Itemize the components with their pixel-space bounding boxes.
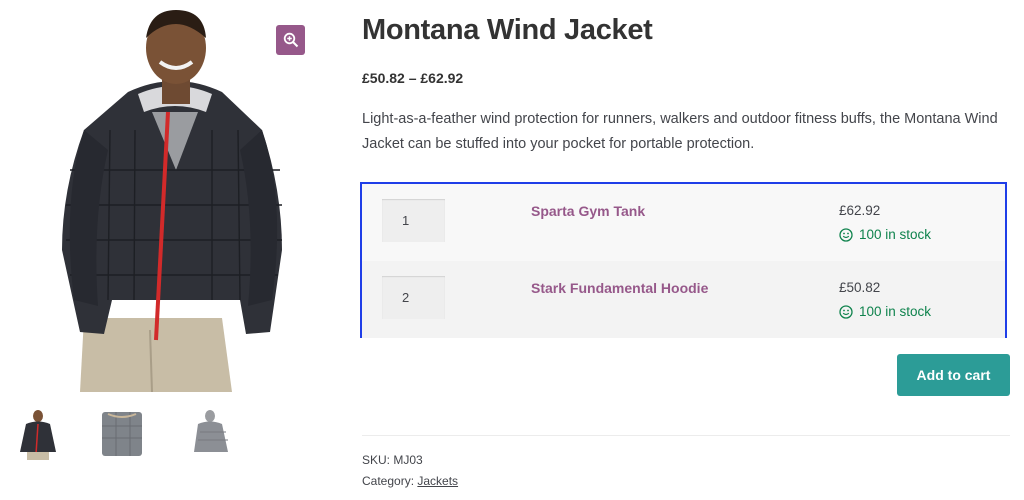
grouped-product-row: Stark Fundamental Hoodie £50.82 100 in s… xyxy=(362,261,1005,338)
category-label: Category: xyxy=(362,474,415,488)
product-category: Category: Jackets xyxy=(362,474,458,488)
quantity-input[interactable] xyxy=(382,199,445,242)
stock-status: 100 in stock xyxy=(839,304,931,319)
product-description: Light-as-a-feather wind protection for r… xyxy=(362,111,998,152)
smiley-icon xyxy=(839,227,853,242)
grouped-products-table: Sparta Gym Tank £62.92 100 in stock Star… xyxy=(360,182,1007,338)
product-link[interactable]: Sparta Gym Tank xyxy=(531,203,645,219)
price-range: £50.82 – £62.92 xyxy=(362,70,464,86)
product-link[interactable]: Stark Fundamental Hoodie xyxy=(531,280,708,296)
stock-label: 100 in stock xyxy=(859,304,932,319)
quantity-input[interactable] xyxy=(382,276,445,319)
product-price: £62.92 xyxy=(839,203,881,218)
grouped-product-row: Sparta Gym Tank £62.92 100 in stock xyxy=(362,184,1005,261)
product-main-image[interactable] xyxy=(0,0,330,392)
stock-status: 100 in stock xyxy=(839,227,931,242)
product-title: Montana Wind Jacket xyxy=(362,14,653,46)
jacket-front-thumbnail[interactable] xyxy=(14,408,62,460)
smiley-icon xyxy=(839,304,853,319)
jacket-side-thumbnail[interactable] xyxy=(188,408,236,460)
divider xyxy=(362,435,1010,436)
jacket-back-thumbnail[interactable] xyxy=(98,408,146,460)
sku-label: SKU: xyxy=(362,453,391,467)
sku-value: MJ03 xyxy=(393,453,423,467)
product-price: £50.82 xyxy=(839,280,881,295)
category-link[interactable]: Jackets xyxy=(417,474,458,488)
stock-label: 100 in stock xyxy=(859,227,932,242)
zoom-in-icon xyxy=(283,32,298,48)
zoom-button[interactable] xyxy=(276,25,305,55)
product-sku: SKU: MJ03 xyxy=(362,453,423,467)
add-to-cart-button[interactable]: Add to cart xyxy=(897,354,1010,396)
